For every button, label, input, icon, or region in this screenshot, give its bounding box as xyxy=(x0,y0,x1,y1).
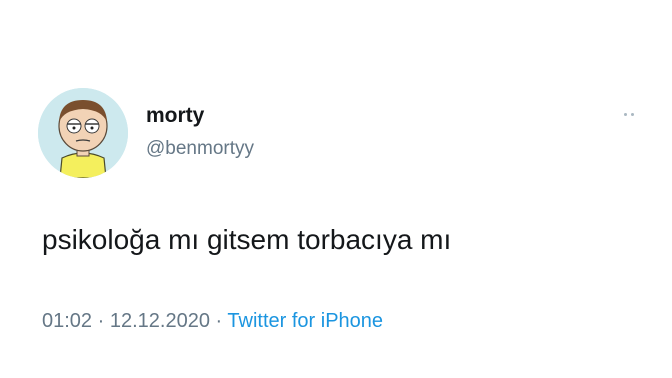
meta-separator: · xyxy=(216,310,228,332)
tweet-date[interactable]: 12.12.2020 xyxy=(110,310,210,332)
display-name[interactable]: morty xyxy=(146,105,204,126)
tweet-source-link[interactable]: Twitter for iPhone xyxy=(227,310,383,332)
tweet-card: morty @benmortyy psikoloğa mı gitsem tor… xyxy=(0,0,672,378)
tweet-meta: 01:02 · 12.12.2020 · Twitter for iPhone xyxy=(42,311,383,331)
separator-text: · xyxy=(215,310,223,332)
tweet-time[interactable]: 01:02 xyxy=(42,310,92,332)
morty-avatar-icon xyxy=(38,88,128,178)
more-options-icon[interactable] xyxy=(624,111,642,117)
tweet-text: psikoloğa mı gitsem torbacıya mı xyxy=(42,224,452,255)
meta-separator: · xyxy=(98,310,110,332)
more-dot xyxy=(624,112,627,116)
separator-text: · xyxy=(97,310,105,332)
username[interactable]: @benmortyy xyxy=(146,139,254,158)
avatar[interactable] xyxy=(38,88,128,178)
more-dot xyxy=(631,112,634,116)
